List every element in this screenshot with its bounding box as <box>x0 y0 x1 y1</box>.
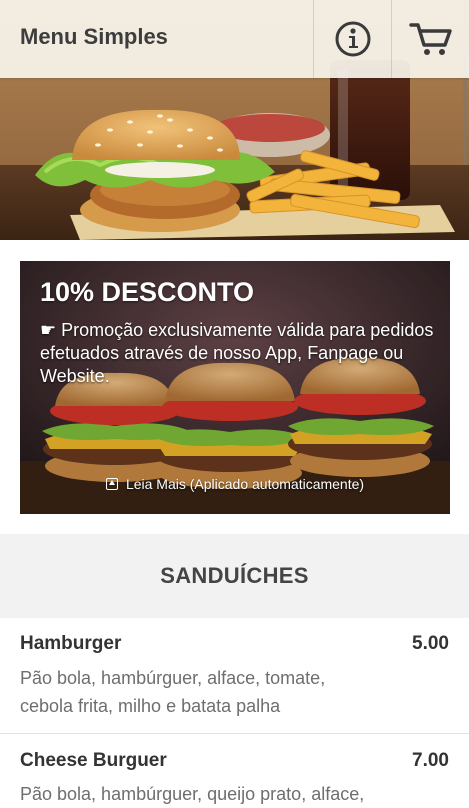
cart-button[interactable] <box>391 0 469 78</box>
cart-icon <box>409 23 452 55</box>
promo-card[interactable]: 10% DESCONTO ☛ Promoção exclusivamente v… <box>20 261 450 514</box>
menu-item[interactable]: Cheese Burguer 7.00 Pão bola, hambúrguer… <box>0 734 469 804</box>
section-header: SANDUÍCHES <box>0 534 469 618</box>
menu-item-price: 7.00 <box>412 750 449 771</box>
promo-heading: 10% DESCONTO <box>40 277 255 307</box>
promo-text: ☛ Promoção exclusivamente válida para pe… <box>40 320 434 386</box>
menu-item-description: Pão bola, hambúrguer, alface, tomate, ce… <box>20 668 326 716</box>
info-button[interactable] <box>313 0 392 78</box>
menu-item[interactable]: Hamburger 5.00 Pão bola, hambúrguer, alf… <box>0 618 469 734</box>
menu-item-name: Cheese Burguer <box>20 750 167 771</box>
menu-item-price: 5.00 <box>412 633 449 654</box>
read-more-label: Leia Mais (Aplicado automaticamente) <box>125 476 365 492</box>
read-more-link[interactable]: Leia Mais (Aplicado automaticamente) <box>20 476 450 492</box>
menu-item-description: Pão bola, hambúrguer, queijo prato, alfa… <box>20 784 365 804</box>
info-icon <box>335 21 371 57</box>
expand-icon <box>105 478 118 490</box>
section-title: SANDUÍCHES <box>160 563 309 588</box>
app-header: Menu Simples <box>0 0 469 78</box>
app-title: Menu Simples <box>20 24 168 49</box>
menu-item-name: Hamburger <box>20 633 122 654</box>
